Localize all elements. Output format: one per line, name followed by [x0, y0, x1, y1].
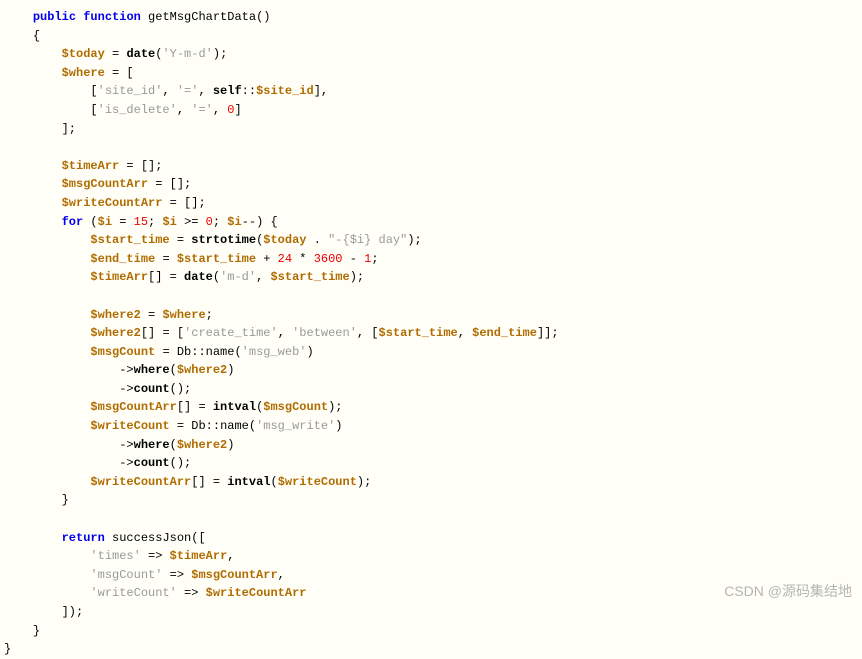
code-line: for ($i = 15; $i >= 0; $i--) { [4, 213, 858, 232]
code-line: $end_time = $start_time + 24 * 3600 - 1; [4, 250, 858, 269]
code-line: ]); [4, 603, 858, 622]
code-line: return successJson([ [4, 529, 858, 548]
code-block: public function getMsgChartData() { $tod… [4, 8, 858, 659]
code-line: $msgCountArr[] = intval($msgCount); [4, 398, 858, 417]
code-line: $writeCount = Db::name('msg_write') [4, 417, 858, 436]
code-line [4, 510, 858, 529]
code-line: } [4, 640, 858, 659]
code-line [4, 138, 858, 157]
code-line: } [4, 491, 858, 510]
code-line: ->where($where2) [4, 361, 858, 380]
code-line: ['is_delete', '=', 0] [4, 101, 858, 120]
code-line: $msgCount = Db::name('msg_web') [4, 343, 858, 362]
code-line: $start_time = strtotime($today . "-{$i} … [4, 231, 858, 250]
code-line: ['site_id', '=', self::$site_id], [4, 82, 858, 101]
code-line: $where2[] = ['create_time', 'between', [… [4, 324, 858, 343]
code-line: } [4, 622, 858, 641]
code-line: $writeCountArr[] = intval($writeCount); [4, 473, 858, 492]
code-line: ->count(); [4, 380, 858, 399]
code-line: $writeCountArr = []; [4, 194, 858, 213]
code-line: $timeArr[] = date('m-d', $start_time); [4, 268, 858, 287]
code-line: ->count(); [4, 454, 858, 473]
code-line: ->where($where2) [4, 436, 858, 455]
code-line: 'times' => $timeArr, [4, 547, 858, 566]
code-line: $where = [ [4, 64, 858, 83]
code-line: $msgCountArr = []; [4, 175, 858, 194]
code-line: ]; [4, 120, 858, 139]
code-line: $timeArr = []; [4, 157, 858, 176]
code-line: $where2 = $where; [4, 306, 858, 325]
code-line [4, 287, 858, 306]
watermark: CSDN @源码集结地 [724, 581, 852, 603]
code-line: $today = date('Y-m-d'); [4, 45, 858, 64]
code-line: public function getMsgChartData() [4, 8, 858, 27]
code-line: { [4, 27, 858, 46]
